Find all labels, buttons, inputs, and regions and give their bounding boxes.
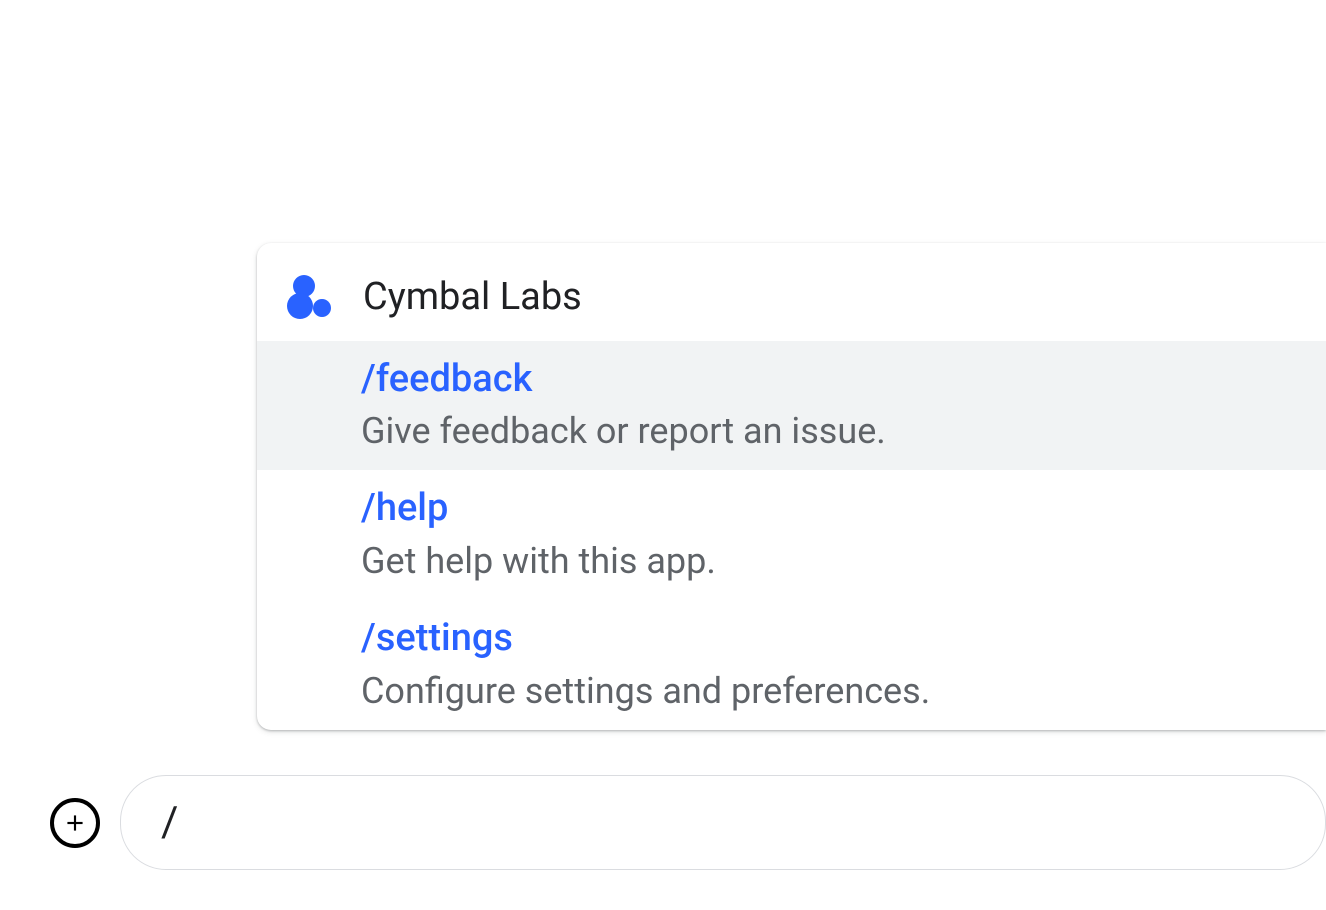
command-item-feedback[interactable]: /feedback Give feedback or report an iss… bbox=[257, 341, 1326, 471]
command-item-help[interactable]: /help Get help with this app. bbox=[257, 470, 1326, 600]
command-list: /feedback Give feedback or report an iss… bbox=[257, 341, 1326, 730]
command-description: Configure settings and preferences. bbox=[361, 666, 1296, 716]
popup-header: Cymbal Labs bbox=[257, 243, 1326, 341]
message-input-container[interactable] bbox=[120, 775, 1326, 870]
command-item-settings[interactable]: /settings Configure settings and prefere… bbox=[257, 600, 1326, 730]
add-button[interactable] bbox=[50, 798, 100, 848]
cymbal-labs-icon bbox=[287, 273, 335, 321]
command-name: /settings bbox=[361, 614, 1296, 663]
plus-icon bbox=[62, 810, 88, 836]
command-description: Give feedback or report an issue. bbox=[361, 406, 1296, 456]
slash-command-popup: Cymbal Labs /feedback Give feedback or r… bbox=[257, 243, 1326, 730]
message-input[interactable] bbox=[161, 798, 1285, 847]
command-name: /help bbox=[361, 484, 1296, 533]
command-name: /feedback bbox=[361, 355, 1296, 404]
compose-row bbox=[50, 775, 1326, 870]
command-description: Get help with this app. bbox=[361, 536, 1296, 586]
app-name-label: Cymbal Labs bbox=[363, 275, 582, 319]
